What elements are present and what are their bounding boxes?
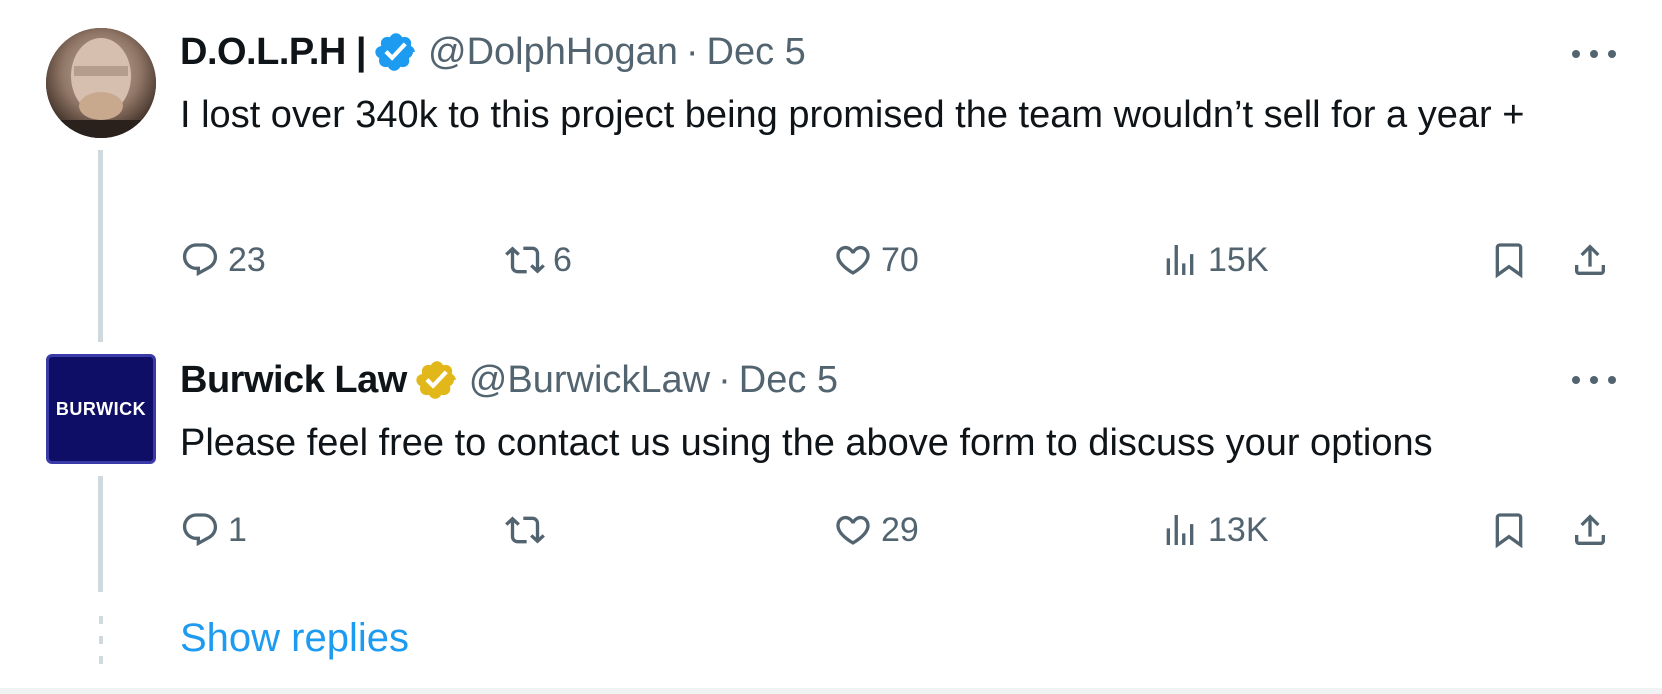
tweet-text: Please feel free to contact us using the… — [180, 422, 1433, 464]
user-handle[interactable]: @DolphHogan — [428, 31, 678, 74]
tweet-text: I lost over 340k to this project being p… — [180, 94, 1525, 136]
tweet-date[interactable]: Dec 5 — [707, 31, 806, 74]
tweet-header: Burwick Law @BurwickLaw · Dec 5 — [180, 358, 838, 402]
dot-separator: · — [685, 30, 699, 73]
analytics-icon — [1166, 245, 1194, 275]
bookmark-icon — [1495, 243, 1523, 279]
user-handle[interactable]: @BurwickLaw — [469, 359, 710, 402]
share-icon — [1575, 244, 1605, 275]
retweet-button[interactable]: 6 — [505, 240, 572, 280]
more-options-icon[interactable] — [1572, 370, 1616, 390]
retweet-button[interactable] — [505, 510, 553, 550]
avatar-logo-text: BURWICK — [55, 398, 147, 419]
gold-verified-icon[interactable] — [415, 358, 459, 402]
blue-verified-icon[interactable] — [374, 30, 418, 74]
dot-separator: · — [718, 358, 731, 401]
avatar-photo — [46, 28, 156, 138]
show-replies-link[interactable]: Show replies — [180, 616, 409, 661]
display-name[interactable]: D.O.L.P.H | — [180, 31, 367, 74]
analytics-icon — [1166, 515, 1194, 545]
reply-icon — [182, 513, 218, 547]
like-count: 70 — [881, 240, 919, 279]
thread-dotted-connector — [99, 616, 103, 676]
reply-button[interactable]: 23 — [180, 240, 266, 280]
reply-button[interactable]: 1 — [180, 510, 247, 550]
bookmark-button[interactable] — [1489, 510, 1529, 550]
view-count: 15K — [1208, 240, 1269, 279]
views-button[interactable]: 13K — [1160, 510, 1269, 550]
reply-icon — [182, 243, 218, 277]
avatar[interactable]: BURWICK — [46, 354, 156, 464]
retweet-count: 6 — [553, 240, 572, 279]
thread-connector — [98, 476, 103, 592]
share-button[interactable] — [1570, 510, 1610, 550]
like-count: 29 — [881, 510, 919, 549]
avatar[interactable] — [46, 28, 156, 138]
like-button[interactable]: 70 — [833, 240, 919, 280]
views-button[interactable]: 15K — [1160, 240, 1269, 280]
retweet-icon — [505, 516, 545, 544]
display-name[interactable]: Burwick Law — [180, 359, 407, 402]
share-icon — [1575, 514, 1605, 545]
divider — [0, 688, 1662, 694]
heart-icon — [836, 245, 870, 275]
like-button[interactable]: 29 — [833, 510, 919, 550]
reply-count: 23 — [228, 240, 266, 279]
bookmark-icon — [1495, 513, 1523, 549]
bookmark-button[interactable] — [1489, 240, 1529, 280]
heart-icon — [836, 515, 870, 545]
tweet-date[interactable]: Dec 5 — [739, 359, 838, 402]
share-button[interactable] — [1570, 240, 1610, 280]
more-options-icon[interactable] — [1572, 44, 1616, 64]
view-count: 13K — [1208, 510, 1269, 549]
thread-connector — [98, 150, 103, 342]
reply-count: 1 — [228, 510, 247, 549]
tweet-header: D.O.L.P.H | @DolphHogan · Dec 5 — [180, 30, 806, 74]
retweet-icon — [505, 246, 545, 274]
